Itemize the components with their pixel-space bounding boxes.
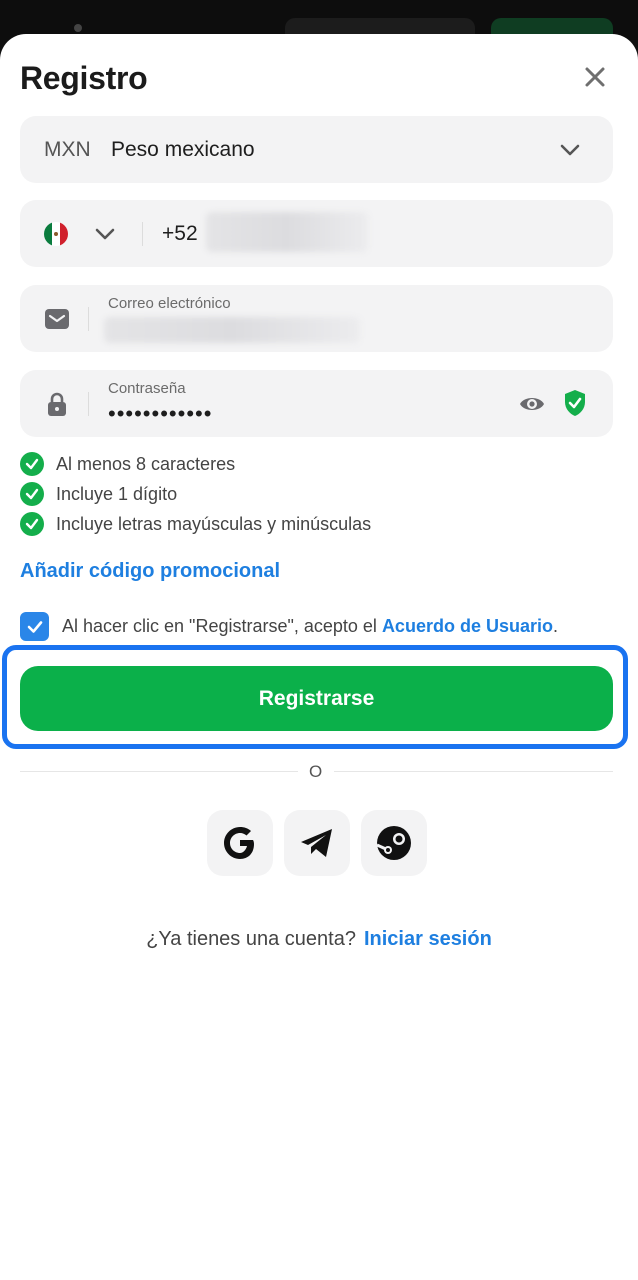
mexico-flag-icon[interactable] <box>44 222 68 246</box>
divider <box>88 392 89 416</box>
add-promo-code-link[interactable]: Añadir código promocional <box>20 560 280 583</box>
currency-name: Peso mexicano <box>111 138 255 161</box>
status-dot <box>74 24 82 32</box>
steam-login-button[interactable] <box>361 810 427 876</box>
email-field[interactable]: Correo electrónico <box>20 285 613 352</box>
phone-prefix: +52 <box>162 222 198 245</box>
password-rules: Al menos 8 caracteres Incluye 1 dígito I… <box>20 449 371 539</box>
agreement-text: Al hacer clic en "Registrarse", acepto e… <box>62 616 377 636</box>
check-circle-icon <box>20 512 44 536</box>
divider-right <box>334 771 613 772</box>
close-icon[interactable] <box>580 62 610 92</box>
divider <box>142 222 143 246</box>
telegram-login-button[interactable] <box>284 810 350 876</box>
eye-icon[interactable] <box>518 390 546 418</box>
google-login-button[interactable] <box>207 810 273 876</box>
rule-text: Al menos 8 caracteres <box>56 453 236 474</box>
password-field[interactable]: Contraseña •••••••••••• <box>20 370 613 437</box>
user-agreement-link[interactable]: Acuerdo de Usuario <box>382 616 553 636</box>
rule-text: Incluye letras mayúsculas y minúsculas <box>56 513 372 534</box>
agreement-checkbox[interactable] <box>20 612 49 641</box>
google-icon <box>224 827 254 859</box>
rule-item: Incluye 1 dígito <box>20 479 371 509</box>
divider-left <box>20 771 298 772</box>
page-title: Registro <box>20 60 148 96</box>
chevron-down-icon <box>560 144 580 156</box>
telegram-icon <box>301 829 332 857</box>
password-label: Contraseña <box>108 380 186 397</box>
password-input[interactable]: •••••••••••• <box>108 401 212 427</box>
email-label: Correo electrónico <box>108 295 231 312</box>
shield-check-icon <box>565 390 585 416</box>
currency-code: MXN <box>44 138 91 161</box>
currency-select[interactable]: MXN Peso mexicano <box>20 116 613 183</box>
agreement-end: . <box>552 616 558 636</box>
check-circle-icon <box>20 482 44 506</box>
email-input[interactable] <box>104 317 360 343</box>
register-button[interactable]: Registrarse <box>20 666 613 731</box>
steam-icon <box>376 826 411 860</box>
lock-icon <box>48 392 66 416</box>
login-link[interactable]: Iniciar sesión <box>364 928 492 950</box>
phone-number-input[interactable] <box>206 212 368 252</box>
rule-text: Incluye 1 dígito <box>56 483 178 504</box>
envelope-icon <box>45 309 69 329</box>
rule-item: Al menos 8 caracteres <box>20 449 371 479</box>
login-question: ¿Ya tienes una cuenta? <box>146 928 356 950</box>
or-separator: O <box>309 762 323 781</box>
check-circle-icon <box>20 452 44 476</box>
country-chevron-down-icon[interactable] <box>92 221 118 247</box>
divider <box>88 307 89 331</box>
rule-item: Incluye letras mayúsculas y minúsculas <box>20 509 371 539</box>
login-prompt: ¿Ya tienes una cuenta? Iniciar sesión <box>0 928 638 951</box>
user-agreement: Al hacer clic en "Registrarse", acepto e… <box>20 612 558 641</box>
phone-field: +52 <box>20 200 613 267</box>
